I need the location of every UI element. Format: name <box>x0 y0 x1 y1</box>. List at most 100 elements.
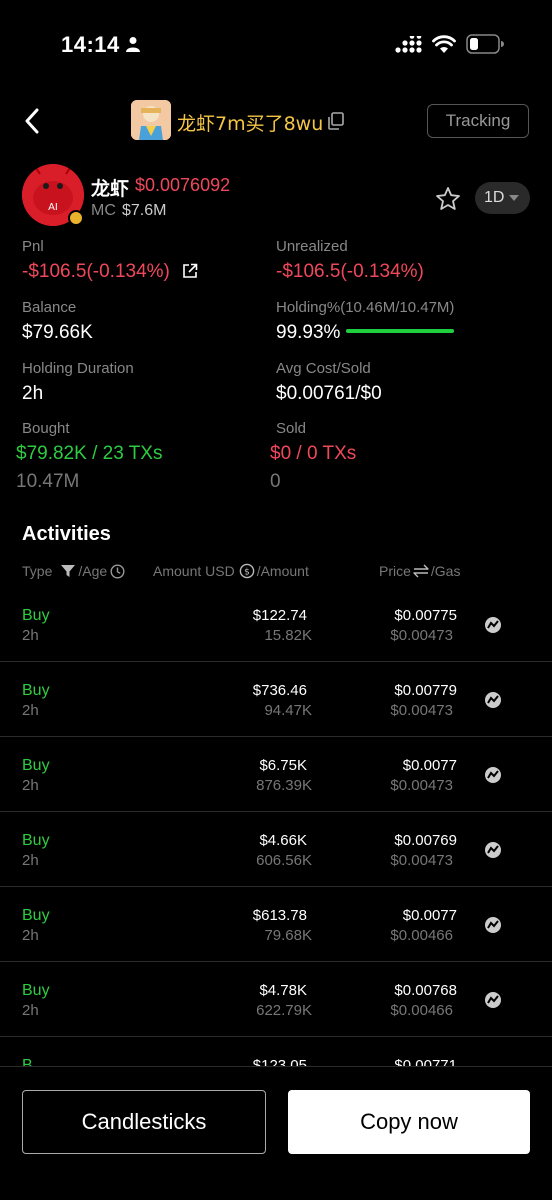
column-price-label: Price <box>379 563 411 579</box>
activity-age: 2h <box>22 927 39 944</box>
column-usd-label: Amount USD <box>153 563 235 579</box>
tx-detail-icon[interactable] <box>484 916 502 934</box>
battery-icon <box>466 34 504 54</box>
currency-swap-icon[interactable]: $ <box>239 563 255 579</box>
tracking-button[interactable]: Tracking <box>427 104 529 138</box>
holding-label: Holding%(10.46M/10.47M) <box>276 299 455 316</box>
unrealized-label: Unrealized <box>276 238 348 255</box>
activity-age: 2h <box>22 1002 39 1019</box>
timeframe-select[interactable]: 1D <box>475 182 530 214</box>
activity-gas: $0.00473 <box>390 702 453 719</box>
external-link-icon[interactable] <box>182 263 198 279</box>
column-amount-label: /Amount <box>256 563 309 579</box>
column-age-label: /Age <box>78 563 108 579</box>
nav-bar: 龙虾7m买了8wu Tracking <box>0 96 552 146</box>
status-time: 14:14 <box>61 32 120 57</box>
activity-usd: $4.78K <box>259 982 307 999</box>
pnl-value: -$106.5(-0.134%) <box>22 261 170 282</box>
activity-usd: $6.75K <box>259 757 307 774</box>
column-gas-label: /Gas <box>430 563 461 579</box>
activity-row[interactable]: Buy 2h $122.74 15.82K $0.00775 $0.00473 <box>0 587 552 662</box>
activity-type: B <box>22 1057 33 1067</box>
activity-age: 2h <box>22 852 39 869</box>
filter-icon[interactable] <box>60 564 76 578</box>
pnl-label: Pnl <box>22 238 44 255</box>
activity-type: Buy <box>22 607 50 624</box>
bought-value: $79.82K / 23 TXs <box>16 443 163 464</box>
back-arrow-icon[interactable] <box>18 106 48 136</box>
duration-value: 2h <box>22 383 44 404</box>
tx-detail-icon[interactable] <box>484 991 502 1009</box>
swap-arrows-icon[interactable] <box>413 564 429 578</box>
token-header: AI 龙虾 $0.0076092 MC $7.6M 1D <box>0 164 552 234</box>
cartoon-avatar-icon <box>131 100 171 140</box>
clock-icon[interactable] <box>110 563 125 579</box>
activity-usd: $613.78 <box>252 907 307 924</box>
activity-row[interactable]: Buy 2h $613.78 79.68K $0.0077 $0.00466 <box>0 887 552 962</box>
activity-price: $0.00768 <box>394 982 457 999</box>
unrealized-value: -$106.5(-0.134%) <box>276 261 424 282</box>
sold-amount: 0 <box>270 471 281 492</box>
activity-list: Buy 2h $122.74 15.82K $0.00775 $0.00473 … <box>0 587 552 1067</box>
activity-row[interactable]: Buy 2h $4.78K 622.79K $0.00768 $0.00466 <box>0 962 552 1037</box>
status-bar: 14:14 <box>0 0 552 90</box>
activity-type: Buy <box>22 682 50 699</box>
activity-type: Buy <box>22 832 50 849</box>
star-favorite-icon[interactable] <box>435 186 461 212</box>
column-header-type-age[interactable]: Type /Age <box>22 563 127 579</box>
timeframe-value: 1D <box>484 189 505 206</box>
tx-detail-icon[interactable] <box>484 841 502 859</box>
copy-now-button[interactable]: Copy now <box>288 1090 530 1154</box>
activity-gas: $0.00466 <box>390 927 453 944</box>
person-icon <box>126 37 140 52</box>
activity-price: $0.0077 <box>402 757 457 774</box>
activity-usd: $122.74 <box>252 607 307 624</box>
activity-usd: $736.46 <box>252 682 307 699</box>
svg-text:$: $ <box>244 568 250 578</box>
tx-detail-icon[interactable] <box>484 766 502 784</box>
activity-usd: $4.66K <box>259 832 307 849</box>
token-price: $0.0076092 <box>135 175 231 195</box>
activity-age: 2h <box>22 702 39 719</box>
column-type-label: Type <box>22 563 53 579</box>
activity-amount: 79.68K <box>264 927 312 944</box>
activity-gas: $0.00466 <box>390 1002 453 1019</box>
balance-value: $79.66K <box>22 322 93 343</box>
activity-gas: $0.00473 <box>390 852 453 869</box>
activity-price: $0.00775 <box>394 607 457 624</box>
activities-title: Activities <box>22 523 111 545</box>
sold-value: $0 / 0 TXs <box>270 443 357 464</box>
holding-value: 99.93% <box>276 322 341 343</box>
activity-amount: 606.56K <box>256 852 312 869</box>
activity-amount: 94.47K <box>264 702 312 719</box>
activity-row[interactable]: Buy 2h $736.46 94.47K $0.00779 $0.00473 <box>0 662 552 737</box>
activity-amount: 622.79K <box>256 1002 312 1019</box>
activity-age: 2h <box>22 627 39 644</box>
column-header-price-gas[interactable]: Price /Gas <box>379 563 460 579</box>
bought-amount: 10.47M <box>16 471 80 492</box>
activity-row-partial[interactable]: B $123.05 $0.00771 <box>0 1037 552 1067</box>
duration-label: Holding Duration <box>22 360 134 377</box>
market-cap-value: $7.6M <box>122 202 167 219</box>
caret-down-icon <box>509 195 519 201</box>
avg-cost-label: Avg Cost/Sold <box>276 360 371 377</box>
svg-text:AI: AI <box>48 202 58 213</box>
token-avatar-small <box>131 100 171 140</box>
tx-detail-icon[interactable] <box>484 691 502 709</box>
wifi-icon <box>432 35 456 53</box>
bottom-action-bar: Candlesticks Copy now <box>0 1072 552 1200</box>
holding-progress-bar <box>346 329 454 333</box>
balance-label: Balance <box>22 299 77 316</box>
activity-row[interactable]: Buy 2h $6.75K 876.39K $0.0077 $0.00473 <box>0 737 552 812</box>
signal-icon <box>395 36 422 53</box>
activity-row[interactable]: Buy 2h $4.66K 606.56K $0.00769 $0.00473 <box>0 812 552 887</box>
activity-price: $0.0077 <box>402 907 457 924</box>
market-cap-label: MC <box>91 202 116 219</box>
candlesticks-button[interactable]: Candlesticks <box>22 1090 266 1154</box>
copy-icon[interactable] <box>327 112 345 130</box>
tx-detail-icon[interactable] <box>484 616 502 634</box>
column-header-usd-amount[interactable]: Amount USD $ /Amount <box>153 563 309 579</box>
bought-label: Bought <box>22 420 70 437</box>
activity-type: Buy <box>22 907 50 924</box>
verified-badge-icon <box>68 210 84 226</box>
